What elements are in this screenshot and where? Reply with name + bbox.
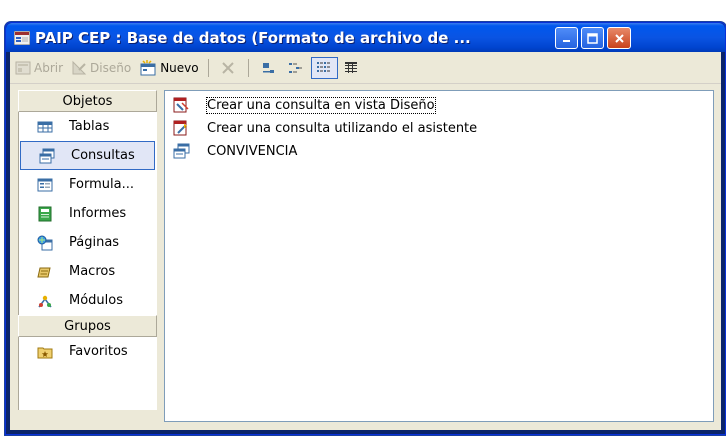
database-window-icon: [14, 30, 30, 45]
list-item-label: Crear una consulta utilizando el asisten…: [207, 120, 478, 136]
sidebar-item-macros[interactable]: Macros: [19, 257, 156, 286]
groups-group: Favoritos: [18, 337, 157, 410]
sidebar-item-label: Módulos: [69, 293, 123, 308]
list-item-label: CONVIVENCIA: [207, 143, 298, 159]
details-view-button[interactable]: [340, 57, 365, 79]
close-button[interactable]: [607, 27, 631, 49]
delete-icon: [221, 61, 234, 74]
sidebar-item-label: Macros: [69, 264, 116, 279]
window-client-area: Abrir Diseño Nuevo Objetos Tablas Consul…: [10, 52, 721, 430]
sidebar-item-modules[interactable]: Módulos: [19, 286, 156, 315]
design-icon: [72, 60, 87, 74]
sidebar-item-label: Formula...: [69, 177, 134, 192]
new-label: Nuevo: [160, 60, 199, 75]
sidebar-item-reports[interactable]: Informes: [19, 199, 156, 228]
small-icons-icon: [288, 62, 302, 73]
design-wizard-icon: [173, 97, 189, 112]
sidebar-item-label: Páginas: [69, 235, 120, 250]
macro-icon: [37, 267, 51, 277]
open-label: Abrir: [34, 60, 64, 75]
list-item[interactable]: Crear una consulta en vista Diseño: [173, 95, 436, 115]
title-bar[interactable]: PAIP CEP : Base de datos (Formato de arc…: [6, 23, 725, 52]
groups-empty-space: [19, 366, 156, 410]
wizard-icon: [173, 120, 187, 135]
large-icons-view-button[interactable]: [257, 57, 282, 79]
object-list[interactable]: Crear una consulta en vista Diseño Crear…: [164, 90, 714, 422]
sidebar-item-label: Consultas: [71, 148, 135, 163]
toolbar-separator: [247, 58, 249, 77]
groups-header[interactable]: Grupos: [18, 315, 157, 337]
sidebar-item-queries[interactable]: Consultas: [20, 141, 155, 170]
maximize-icon: [587, 32, 598, 44]
design-button[interactable]: Diseño: [68, 57, 134, 79]
form-icon: [37, 178, 53, 191]
sidebar-item-pages[interactable]: Páginas: [19, 228, 156, 257]
open-button[interactable]: Abrir: [12, 57, 66, 79]
small-icons-view-button[interactable]: [284, 57, 309, 79]
minimize-button[interactable]: [555, 27, 578, 49]
window-title: PAIP CEP : Base de datos (Formato de arc…: [35, 28, 471, 47]
delete-button[interactable]: [217, 57, 242, 79]
large-icons-icon: [262, 62, 274, 73]
objects-bar: Objetos Tablas Consultas Formula... Info…: [18, 90, 157, 422]
sidebar-item-label: Informes: [69, 206, 127, 221]
sidebar-item-favorites[interactable]: Favoritos: [19, 337, 156, 366]
list-item[interactable]: CONVIVENCIA: [173, 141, 297, 161]
design-label: Diseño: [90, 60, 132, 75]
list-view-button[interactable]: [310, 56, 338, 79]
maximize-button[interactable]: [581, 27, 604, 49]
list-item-label: Crear una consulta en vista Diseño: [206, 96, 436, 114]
minimize-icon: [562, 40, 570, 42]
database-window: PAIP CEP : Base de datos (Formato de arc…: [5, 22, 726, 435]
list-item[interactable]: Crear una consulta utilizando el asisten…: [173, 118, 477, 138]
objects-header[interactable]: Objetos: [18, 90, 157, 112]
report-icon: [38, 206, 52, 221]
sidebar-item-label: Favoritos: [69, 344, 128, 359]
table-icon: [37, 121, 53, 132]
list-view-icon: [316, 61, 330, 72]
sidebar-item-tables[interactable]: Tablas: [19, 112, 156, 141]
new-button[interactable]: Nuevo: [136, 57, 201, 79]
database-toolbar: Abrir Diseño Nuevo: [10, 52, 721, 84]
sidebar-item-forms[interactable]: Formula...: [19, 170, 156, 199]
page-icon: [37, 235, 53, 250]
query-icon: [39, 148, 55, 163]
toolbar-separator: [207, 58, 209, 77]
new-icon: [140, 59, 156, 75]
query-icon: [173, 143, 190, 158]
favorites-folder-icon: [37, 347, 53, 358]
close-icon: [614, 33, 624, 43]
module-icon: [38, 295, 52, 307]
details-view-icon: [344, 61, 357, 73]
objects-group: Tablas Consultas Formula... Informes Pág…: [18, 112, 157, 315]
sidebar-item-label: Tablas: [69, 119, 110, 134]
open-icon: [15, 61, 31, 74]
